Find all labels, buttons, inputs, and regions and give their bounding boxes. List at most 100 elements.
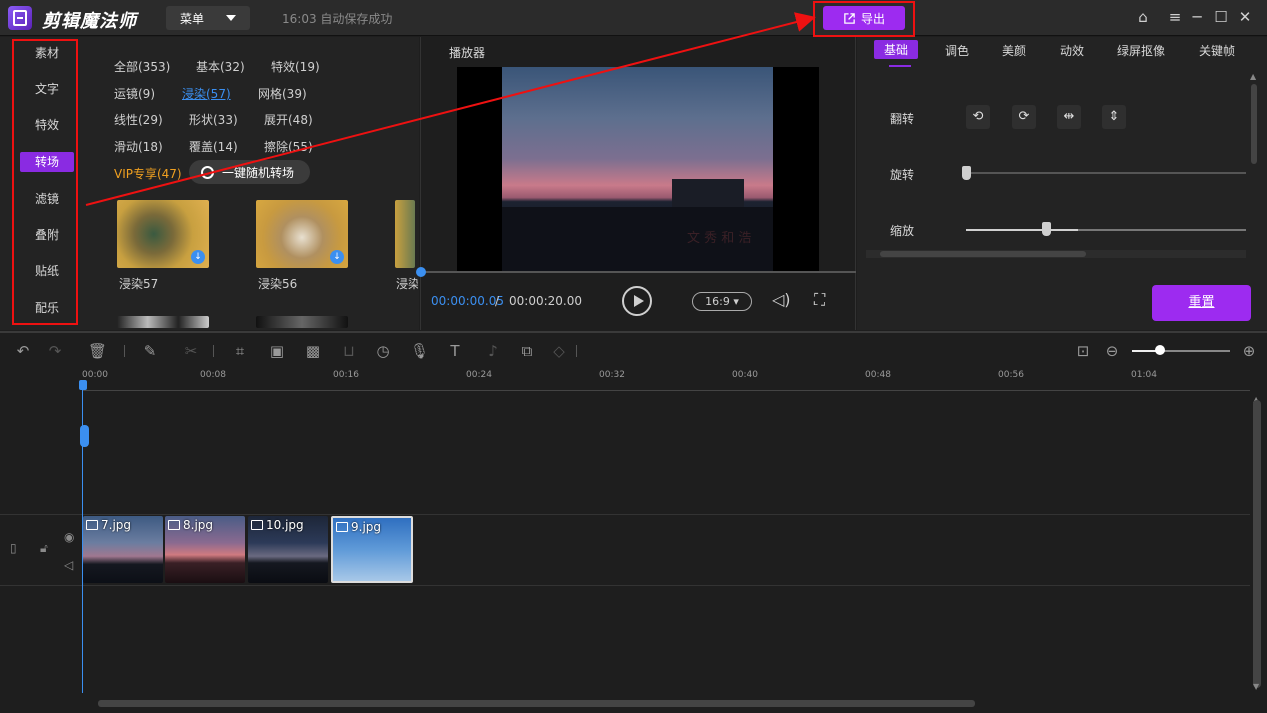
flip-horizontal-icon[interactable]: ⇹ [1057, 105, 1081, 129]
timeline-clip-selected[interactable]: 9.jpg [331, 516, 413, 583]
category-tab[interactable]: 形状(33) [189, 111, 238, 128]
properties-hscrollbar[interactable] [866, 250, 1246, 258]
properties-scrollbar[interactable] [1251, 84, 1257, 164]
copy-icon[interactable]: ⧉ [518, 342, 536, 360]
category-tab-active[interactable]: 浸染(57) [182, 85, 231, 102]
image-icon [86, 520, 98, 530]
category-tab[interactable]: 展开(48) [264, 111, 313, 128]
download-icon[interactable]: ↓ [191, 250, 205, 264]
close-icon[interactable]: ✕ [1236, 8, 1254, 26]
category-tab[interactable]: 特效(19) [271, 58, 320, 75]
tab-motion[interactable]: 动效 [1060, 42, 1084, 59]
clip-name: 7.jpg [101, 518, 132, 532]
playhead-marker[interactable] [80, 425, 89, 447]
volume-icon[interactable]: ◁) [772, 290, 791, 309]
delete-icon[interactable]: 🗑 [88, 342, 107, 360]
rotate-label: 旋转 [890, 168, 915, 182]
app-logo-icon [8, 6, 32, 30]
transition-thumbnail[interactable]: ↓ [256, 200, 348, 268]
fit-timeline-icon[interactable]: ⊡ [1074, 342, 1092, 360]
player-title: 播放器 [449, 46, 486, 60]
scale-slider[interactable] [966, 229, 1246, 231]
tab-color[interactable]: 调色 [945, 42, 969, 59]
track-divider [0, 585, 1250, 586]
keyframe-icon[interactable]: ◇ [550, 342, 568, 360]
toolbar-divider [576, 345, 577, 357]
transition-label: 浸染57 [119, 277, 159, 291]
tab-underline [889, 65, 911, 67]
export-button[interactable]: 导出 [823, 6, 905, 30]
flip-vertical-icon[interactable]: ⇕ [1102, 105, 1126, 129]
timeline-clip[interactable]: 7.jpg [83, 516, 163, 583]
rotate-slider[interactable] [966, 172, 1246, 174]
edit-icon[interactable]: ✎ [141, 342, 159, 360]
lock-icon[interactable]: 🔓︎ [40, 541, 48, 556]
rotate-slider-knob[interactable] [962, 166, 971, 180]
category-tab[interactable]: 网格(39) [258, 85, 307, 102]
timeline-ruler[interactable] [82, 369, 1250, 391]
vip-category-tab[interactable]: VIP专享(47) [114, 165, 182, 182]
home-icon[interactable]: ⌂ [1134, 8, 1152, 26]
playback-progress-handle[interactable] [416, 267, 426, 277]
category-tab[interactable]: 线性(29) [114, 111, 163, 128]
reset-button[interactable]: 重置 [1152, 285, 1251, 321]
category-tab[interactable]: 运镜(9) [114, 85, 155, 102]
app-title: 剪辑魔法师 [42, 11, 137, 32]
speaker-icon[interactable]: ◁ [64, 558, 73, 572]
category-tab[interactable]: 覆盖(14) [189, 138, 238, 155]
transition-label: 浸染56 [258, 277, 298, 291]
fullscreen-icon[interactable]: ⛶ [814, 290, 825, 310]
scroll-up-icon[interactable]: ▲ [1250, 72, 1256, 81]
voice-change-icon[interactable]: ♪ [484, 342, 502, 360]
scale-slider-knob[interactable] [1042, 222, 1051, 236]
transition-thumbnail[interactable] [117, 316, 209, 328]
timeline-clip[interactable]: 8.jpg [165, 516, 245, 583]
transition-thumbnail[interactable]: ↓ [117, 200, 209, 268]
zoom-out-icon[interactable]: ⊖ [1103, 342, 1121, 360]
undo-icon[interactable]: ↶ [14, 342, 32, 360]
hamburger-icon[interactable]: ≡ [1166, 8, 1184, 26]
maximize-icon[interactable]: ☐ [1212, 8, 1230, 26]
transition-thumbnail[interactable] [256, 316, 348, 328]
tab-chroma-key[interactable]: 绿屏抠像 [1117, 42, 1165, 59]
timeline-clip[interactable]: 10.jpg [248, 516, 328, 583]
text-to-speech-icon[interactable]: T [446, 342, 464, 360]
menu-button[interactable]: 菜单 [166, 6, 250, 30]
rotate-left-icon[interactable]: ⟲ [966, 105, 990, 129]
zoom-slider-knob[interactable] [1155, 345, 1165, 355]
track-divider [0, 514, 1250, 515]
timeline-hscrollbar[interactable] [98, 700, 975, 707]
category-tab[interactable]: 基本(32) [196, 58, 245, 75]
freeze-frame-icon[interactable]: ▣ [268, 342, 286, 360]
tab-beauty[interactable]: 美颜 [1002, 42, 1026, 59]
mosaic-icon[interactable]: ▩ [304, 342, 322, 360]
transition-thumbnail[interactable] [395, 200, 415, 268]
rotate-right-icon[interactable]: ⟳ [1012, 105, 1036, 129]
clock-icon[interactable]: ◷ [374, 342, 392, 360]
minimize-icon[interactable]: ─ [1188, 8, 1206, 26]
redo-icon[interactable]: ↷ [46, 342, 64, 360]
scroll-down-icon[interactable]: ▼ [1253, 682, 1259, 691]
playback-progress-bar[interactable] [420, 271, 856, 273]
eye-icon[interactable]: ◉ [64, 530, 74, 544]
aspect-ratio-select[interactable]: 16:9 ▾ [692, 292, 752, 311]
category-tab[interactable]: 擦除(55) [264, 138, 313, 155]
refresh-icon [201, 165, 214, 179]
crop-icon[interactable]: ⌗ [231, 342, 249, 360]
timeline-vscrollbar[interactable] [1253, 400, 1261, 688]
download-icon[interactable]: ↓ [330, 250, 344, 264]
subtitle-icon[interactable]: ⊔ [340, 342, 358, 360]
category-tab[interactable]: 滑动(18) [114, 138, 163, 155]
tab-basic[interactable]: 基础 [874, 40, 919, 59]
toolbar-divider [213, 345, 214, 357]
microphone-icon[interactable]: 🎙 [410, 342, 429, 360]
play-button[interactable] [622, 286, 652, 316]
scissors-icon[interactable]: ✂ [182, 342, 200, 360]
playhead-handle[interactable] [79, 380, 87, 390]
ruler-tick-label: 00:16 [333, 370, 359, 380]
video-frame: 文 秀 和 浩 [502, 67, 773, 271]
zoom-in-icon[interactable]: ⊕ [1240, 342, 1258, 360]
category-tab[interactable]: 全部(353) [114, 58, 170, 75]
tab-keyframe[interactable]: 关键帧 [1199, 42, 1235, 59]
random-transition-button[interactable]: 一键随机转场 [189, 160, 310, 184]
